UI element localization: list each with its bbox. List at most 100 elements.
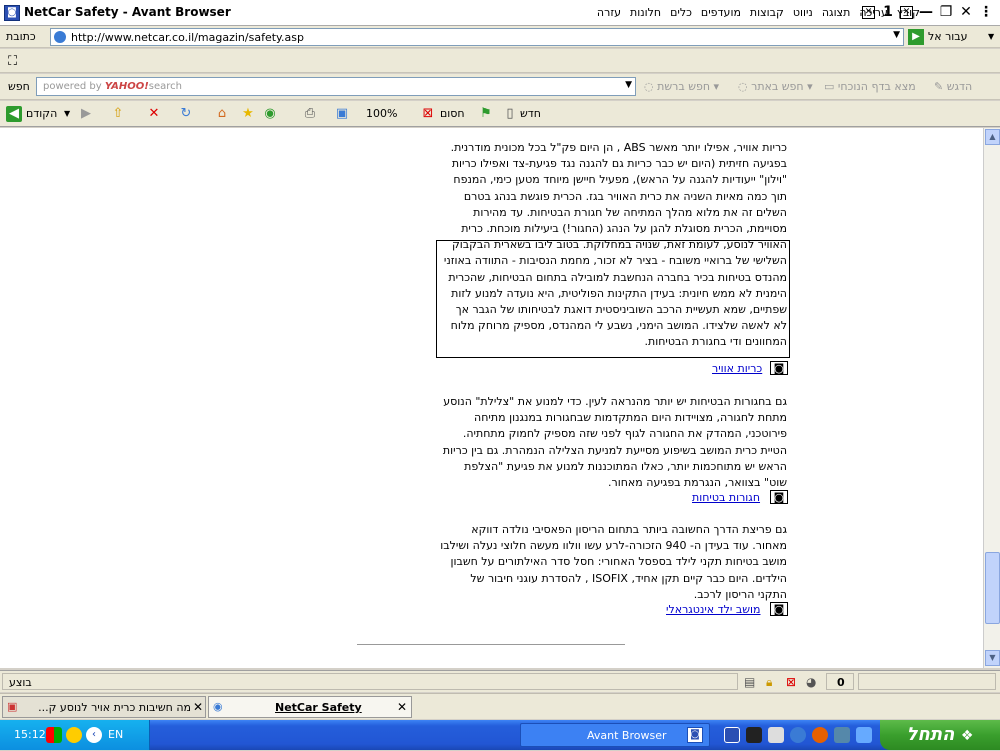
go-button[interactable]: עבור אל [928, 30, 968, 43]
system-tray: 15:12 ‹ EN [0, 720, 150, 750]
ellipsis-icon[interactable]: ⋮ [978, 5, 994, 21]
menu-groups[interactable]: קבוצות [750, 6, 784, 19]
stop-icon[interactable]: ✕ [146, 106, 162, 122]
window-title: NetCar Safety - Avant Browser [24, 5, 231, 19]
refresh-icon[interactable]: ↻ [178, 106, 194, 122]
taskbar: 15:12 ‹ EN Avant Browser ◙ התחל ❖ [0, 720, 1000, 750]
new-page-icon[interactable]: ▯ [502, 106, 518, 122]
title-bar: ◙ NetCar Safety - Avant Browser קובץ ערי… [0, 0, 1000, 26]
windows-logo-icon: ❖ [960, 728, 974, 744]
up-folder-icon[interactable]: ⇧ [110, 106, 126, 122]
flag-icon[interactable]: ⚑ [478, 106, 494, 122]
print-icon[interactable]: ⎙ [302, 106, 318, 122]
start-button[interactable]: התחל ❖ [880, 720, 1000, 750]
app-icon[interactable] [834, 727, 850, 743]
new-button[interactable]: חדש [520, 105, 541, 123]
menu-navigate[interactable]: ניווט [793, 6, 813, 19]
scroll-thumb[interactable] [985, 552, 1000, 624]
tab-title: מה חשיבות כרית אויר לנוסע ק... [38, 701, 191, 714]
status-text-cell: בוצע [2, 673, 738, 690]
zoom-level[interactable]: 100% [366, 105, 397, 123]
speaker-icon[interactable]: ◙ [770, 361, 788, 375]
scroll-up-icon[interactable]: ▲ [985, 129, 1000, 145]
main-toolbar: ◀ הקודם ▼ ▶ ⇧ ✕ ↻ ⌂ ★ ◉ ⎙ ▣ 100% ⊠ חסום … [0, 101, 1000, 127]
favorites-star-icon[interactable]: ★ [240, 106, 256, 122]
find-in-page-button[interactable]: ▭ מצא בדף הנוכחי [824, 80, 916, 93]
avant-browser-icon[interactable] [724, 727, 740, 743]
binoculars-icon[interactable]: ⛶ [8, 54, 17, 69]
one-icon[interactable]: 1 [880, 5, 896, 21]
chevron-down-icon[interactable]: ▼ [988, 32, 994, 41]
winamp-icon[interactable] [746, 727, 762, 743]
address-bar: כתובת http://www.netcar.co.il/magazin/sa… [0, 26, 1000, 48]
chevron-down-icon[interactable]: ▼ [893, 30, 900, 40]
back-button[interactable]: הקודם [26, 105, 57, 123]
airbags-link[interactable]: כריות אוויר [712, 362, 762, 375]
avant-browser-icon: ◙ [4, 5, 20, 21]
count-cell: 0 [826, 673, 854, 690]
speaker-icon[interactable]: ◙ [770, 490, 788, 504]
taskbar-avant-browser[interactable]: Avant Browser ◙ [520, 723, 710, 747]
chevron-down-icon[interactable]: ▼ [625, 80, 632, 90]
address-url: http://www.netcar.co.il/magazin/safety.a… [71, 31, 304, 44]
menu-favorites[interactable]: מועדפים [701, 6, 741, 19]
menu-help[interactable]: עזרה [597, 6, 621, 19]
search-site-button[interactable]: ◌ חפש באתר ▾ [738, 80, 813, 93]
window-layout-icon[interactable]: ▣ [334, 106, 350, 122]
tool-icon[interactable] [768, 727, 784, 743]
page-icon: ▣ [7, 700, 18, 713]
divider [357, 644, 625, 645]
status-empty-cell [858, 673, 996, 690]
search-input[interactable]: powered by YAHOO!search ▼ [36, 77, 636, 96]
tab-netcar-safety[interactable]: ◉ NetCar Safety ✕ [208, 696, 412, 718]
vertical-scrollbar[interactable]: ▲ ▼ [983, 128, 1000, 668]
firefox-icon[interactable] [812, 727, 828, 743]
back-arrow-icon[interactable]: ◀ [6, 106, 22, 122]
home-icon[interactable]: ⌂ [214, 106, 230, 122]
tab-title: NetCar Safety [275, 701, 362, 714]
antivirus-icon[interactable] [66, 727, 82, 743]
close-icon[interactable]: ✕ [958, 5, 974, 21]
block-popup-icon[interactable]: ⊠ [420, 106, 436, 122]
close-tab-icon[interactable]: ✕ [397, 700, 407, 714]
scroll-down-icon[interactable]: ▼ [985, 650, 1000, 666]
highlight-button[interactable]: ✎ הדגש [934, 80, 972, 93]
speaker-status-icon[interactable]: ◕ [806, 675, 816, 689]
show-desktop-icon[interactable] [856, 727, 872, 743]
forward-icon[interactable]: ▶ [78, 106, 94, 122]
block-button[interactable]: חסום [440, 105, 465, 123]
close-tab-icon[interactable]: ✕ [900, 6, 913, 19]
go-icon[interactable]: ▶ [908, 29, 924, 45]
menu-tools[interactable]: כלים [670, 6, 692, 19]
avant-browser-icon: ◙ [687, 727, 703, 743]
task-label: Avant Browser [587, 729, 667, 742]
speaker-icon[interactable]: ◙ [770, 602, 788, 616]
menu-windows[interactable]: חלונות [630, 6, 661, 19]
internet-explorer-icon[interactable] [790, 727, 806, 743]
restore-icon[interactable]: ❐ [938, 5, 954, 21]
clock: 15:12 [14, 728, 46, 741]
article-paragraph-child-seat: גם פריצת הדרך החשובה ביותר בתחום הריסון … [440, 523, 787, 601]
language-indicator[interactable]: EN [108, 728, 123, 741]
page-icon [54, 31, 66, 43]
history-icon[interactable]: ◉ [262, 106, 278, 122]
menu-view[interactable]: תצוגה [822, 6, 850, 19]
search-web-button[interactable]: ◌ חפש ברשת ▾ [644, 80, 719, 93]
toolbar-toggle-icon[interactable]: ✕ [862, 6, 875, 19]
article-paragraph-seatbelts: גם בחגורות הבטיחות יש יותר מהנראה לעין. … [442, 395, 787, 490]
chevron-down-icon[interactable]: ▼ [64, 105, 70, 123]
lock-icon[interactable]: 🔒︎ [766, 675, 772, 690]
search-label: חפש [8, 80, 30, 93]
seatbelts-link[interactable]: חגורות בטיחות [692, 491, 760, 504]
minimize-icon[interactable]: — [918, 5, 934, 21]
child-seat-link[interactable]: מושב ילד אינטגראלי [666, 603, 761, 616]
close-tab-icon[interactable]: ✕ [193, 700, 203, 714]
page-content: כריות אוויר, אפילו יותר מאשר ABS , הן הי… [0, 128, 983, 668]
popup-blocked-icon[interactable]: ⊠ [786, 675, 796, 689]
address-input[interactable]: http://www.netcar.co.il/magazin/safety.a… [50, 28, 904, 46]
flag-icon[interactable] [46, 727, 62, 743]
arrow-icon[interactable]: ‹ [86, 727, 102, 743]
search-toolbar: חפש powered by YAHOO!search ▼ ◌ חפש ברשת… [0, 74, 1000, 100]
tab-airbag-question[interactable]: ▣ מה חשיבות כרית אויר לנוסע ק... ✕ [2, 696, 206, 718]
network-icon[interactable]: ▤ [744, 675, 755, 689]
